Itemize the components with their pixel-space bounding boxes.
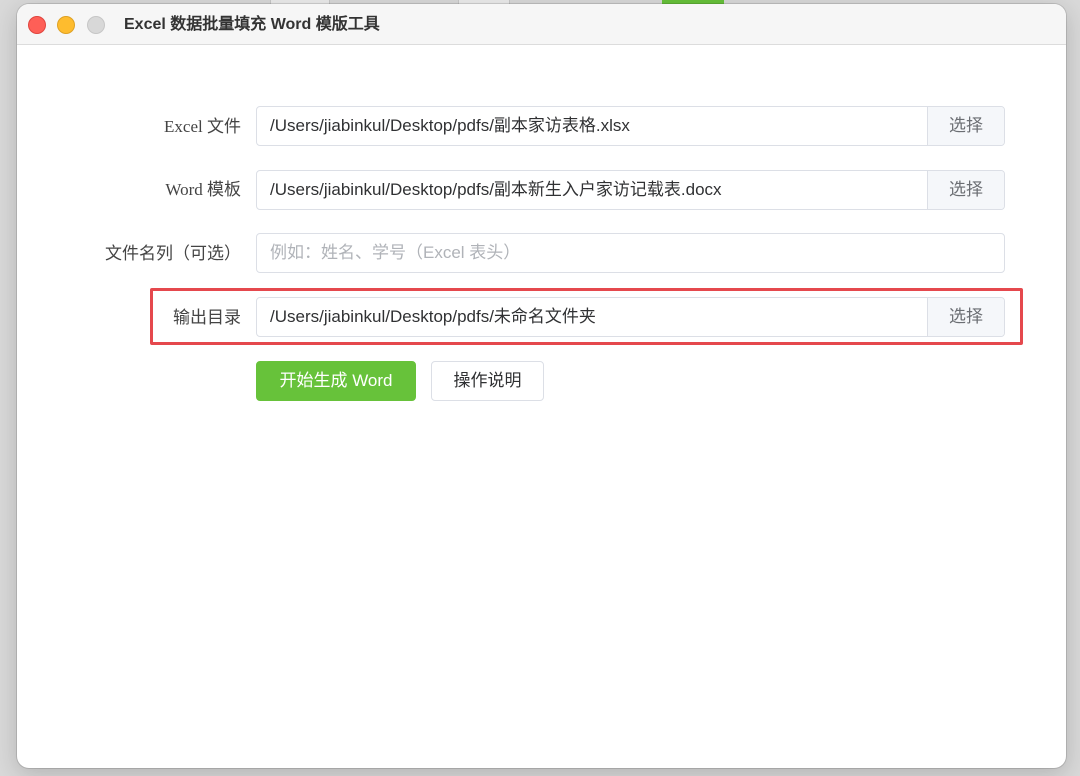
word-template-label: Word 模板 <box>165 180 241 199</box>
generate-word-button[interactable]: 开始生成 Word <box>256 361 416 401</box>
minimize-window-button[interactable] <box>57 16 75 34</box>
file-name-column-input[interactable]: 例如：姓名、学号（Excel 表头） <box>256 233 1005 273</box>
word-template-field[interactable]: /Users/jiabinkul/Desktop/pdfs/副本新生入户家访记载… <box>256 170 1005 210</box>
word-template-choose-button[interactable]: 选择 <box>927 171 1004 209</box>
file-name-column-label: 文件名列（可选） <box>105 244 241 263</box>
title-bar[interactable]: Excel 数据批量填充 Word 模版工具 <box>17 4 1066 45</box>
app-window: Excel 数据批量填充 Word 模版工具 Excel 文件 /Users/j… <box>17 4 1066 768</box>
excel-file-path[interactable]: /Users/jiabinkul/Desktop/pdfs/副本家访表格.xls… <box>270 107 630 145</box>
excel-file-choose-button[interactable]: 选择 <box>927 107 1004 145</box>
file-name-column-placeholder: 例如：姓名、学号（Excel 表头） <box>270 243 521 262</box>
help-button[interactable]: 操作说明 <box>431 361 544 401</box>
excel-file-field[interactable]: /Users/jiabinkul/Desktop/pdfs/副本家访表格.xls… <box>256 106 1005 146</box>
word-template-path[interactable]: /Users/jiabinkul/Desktop/pdfs/副本新生入户家访记载… <box>270 171 722 209</box>
highlight-box <box>150 288 1023 345</box>
window-title: Excel 数据批量填充 Word 模版工具 <box>124 16 380 33</box>
close-window-button[interactable] <box>28 16 46 34</box>
excel-file-label: Excel 文件 <box>164 117 241 136</box>
maximize-window-button[interactable] <box>87 16 105 34</box>
